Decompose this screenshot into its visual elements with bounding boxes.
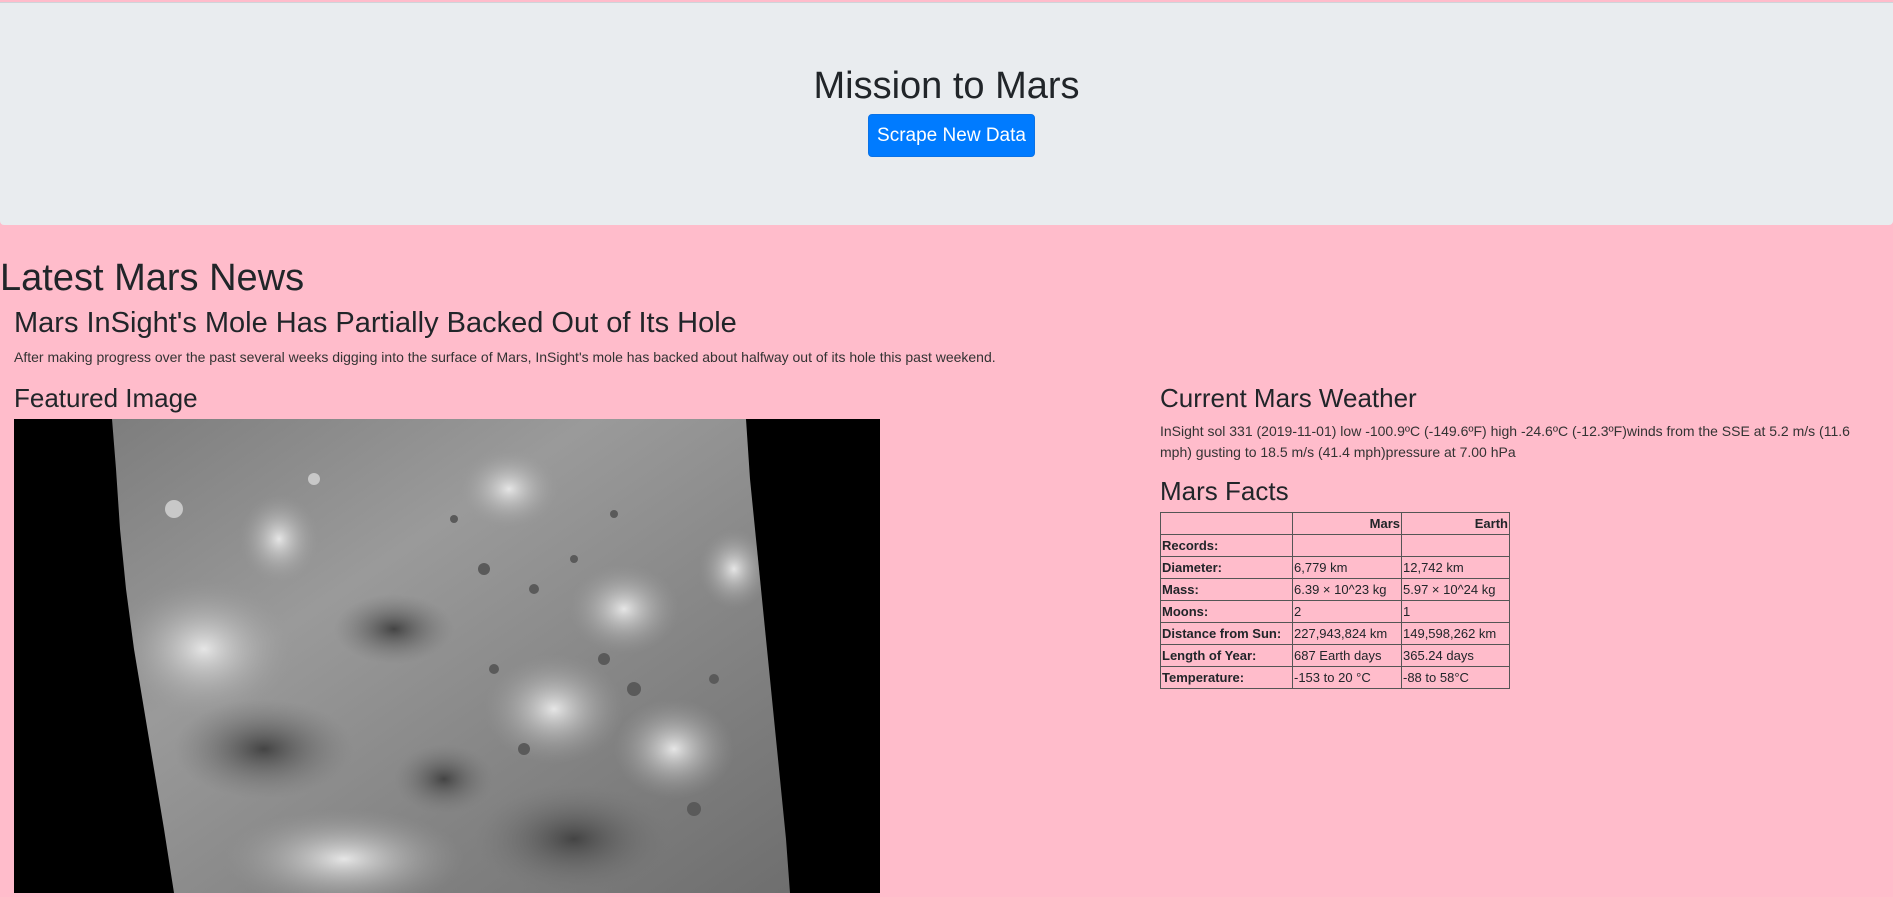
header-jumbotron: Mission to Mars Scrape New Data — [0, 2, 1893, 225]
mars-value: 6.39 × 10^23 kg — [1292, 578, 1402, 601]
news-title: Mars InSight's Mole Has Partially Backed… — [14, 307, 737, 339]
weather-heading: Current Mars Weather — [1160, 383, 1417, 413]
table-row: Mass: 6.39 × 10^23 kg 5.97 × 10^24 kg — [1160, 578, 1510, 601]
row-label: Diameter: — [1160, 556, 1293, 579]
earth-value: 5.97 × 10^24 kg — [1401, 578, 1510, 601]
site-title: Mission to Mars — [813, 65, 1080, 107]
table-row: Diameter: 6,779 km 12,742 km — [1160, 556, 1510, 579]
mars-value: 2 — [1292, 600, 1402, 623]
mars-value: 227,943,824 km — [1292, 622, 1402, 645]
table-header-cell: Mars — [1292, 512, 1402, 535]
mars-facts-table: Mars Earth Records: Diameter: 6,779 km 1… — [1160, 512, 1510, 689]
table-header-cell: Earth — [1401, 512, 1510, 535]
mars-value — [1292, 534, 1402, 557]
mars-facts-heading: Mars Facts — [1160, 476, 1289, 506]
scrape-new-data-button[interactable]: Scrape New Data — [868, 114, 1035, 157]
featured-image — [14, 419, 880, 893]
latest-news-heading: Latest Mars News — [0, 257, 305, 299]
earth-value: 1 — [1401, 600, 1510, 623]
row-label: Distance from Sun: — [1160, 622, 1293, 645]
featured-image-heading: Featured Image — [14, 383, 198, 413]
row-label: Records: — [1160, 534, 1293, 557]
row-label: Moons: — [1160, 600, 1293, 623]
table-row: Distance from Sun: 227,943,824 km 149,59… — [1160, 622, 1510, 645]
earth-value: 365.24 days — [1401, 644, 1510, 667]
table-row: Length of Year: 687 Earth days 365.24 da… — [1160, 644, 1510, 667]
row-label: Mass: — [1160, 578, 1293, 601]
mars-value: -153 to 20 °C — [1292, 666, 1402, 689]
table-row: Records: — [1160, 534, 1510, 557]
news-teaser: After making progress over the past seve… — [14, 349, 996, 365]
table-row: Temperature: -153 to 20 °C -88 to 58°C — [1160, 666, 1510, 689]
earth-value: -88 to 58°C — [1401, 666, 1510, 689]
earth-value: 12,742 km — [1401, 556, 1510, 579]
mars-surface-image — [14, 419, 880, 893]
table-header-cell — [1160, 512, 1293, 535]
mars-value: 687 Earth days — [1292, 644, 1402, 667]
table-header-row: Mars Earth — [1160, 512, 1510, 535]
weather-report: InSight sol 331 (2019-11-01) low -100.9º… — [1160, 423, 1850, 460]
earth-value: 149,598,262 km — [1401, 622, 1510, 645]
mars-value: 6,779 km — [1292, 556, 1402, 579]
row-label: Length of Year: — [1160, 644, 1293, 667]
table-row: Moons: 2 1 — [1160, 600, 1510, 623]
earth-value — [1401, 534, 1510, 557]
row-label: Temperature: — [1160, 666, 1293, 689]
